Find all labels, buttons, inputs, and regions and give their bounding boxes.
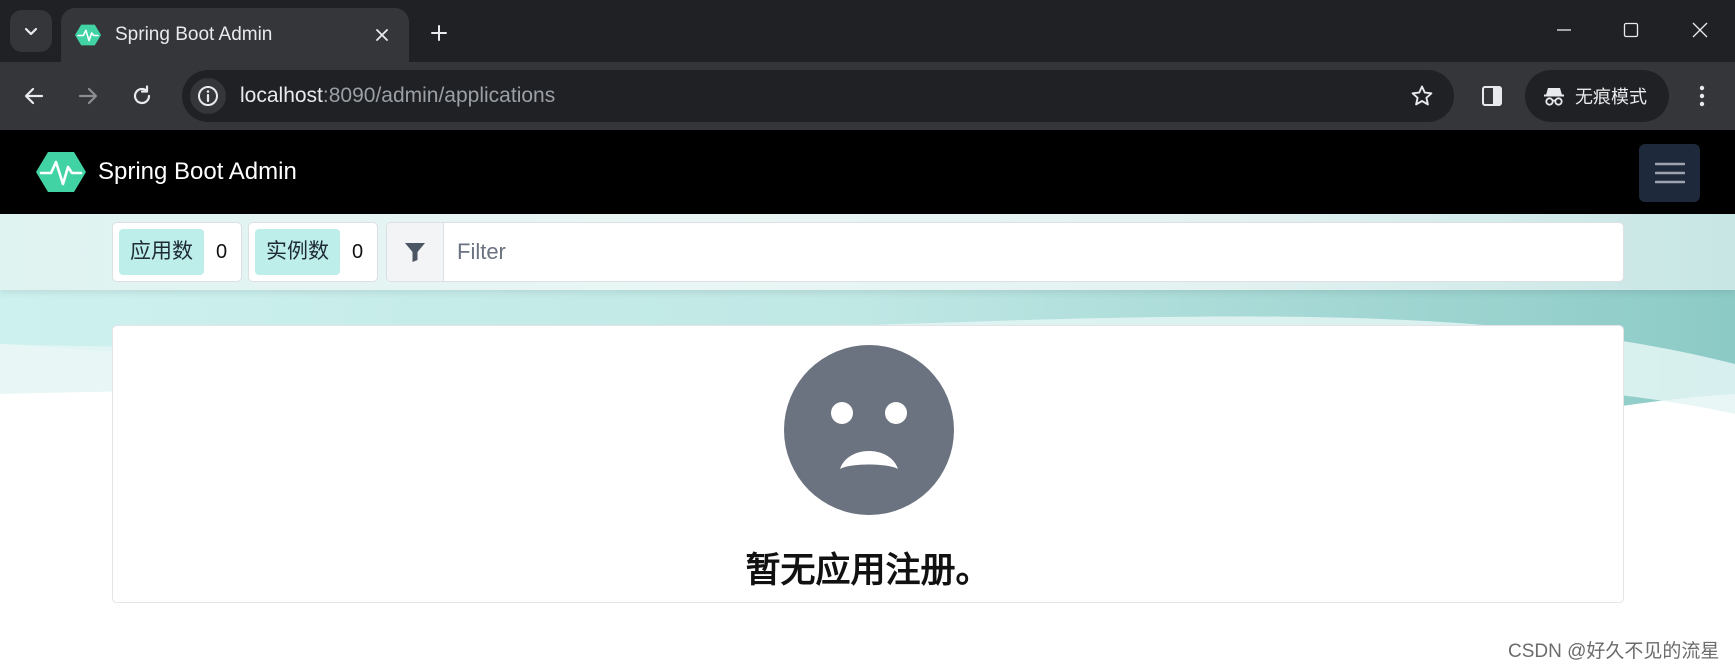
close-icon	[376, 29, 388, 41]
info-icon	[198, 86, 218, 106]
browser-tab-strip: Spring Boot Admin	[0, 0, 1735, 62]
applications-count-value: 0	[216, 240, 228, 263]
browser-menu-button[interactable]	[1684, 76, 1720, 116]
tab-close-button[interactable]	[369, 22, 395, 48]
instances-count-value: 0	[352, 240, 364, 263]
applications-count: 应用数 0	[112, 222, 242, 282]
side-panel-button[interactable]	[1472, 76, 1512, 116]
reload-icon	[133, 85, 151, 105]
minimize-button[interactable]	[1538, 10, 1590, 50]
side-panel-icon	[1482, 86, 1502, 106]
address-bar[interactable]: localhost:8090/admin/applications	[182, 70, 1454, 122]
tab-title: Spring Boot Admin	[115, 24, 273, 45]
instances-count: 实例数 0	[248, 222, 378, 282]
plus-icon	[431, 25, 447, 41]
browser-toolbar: localhost:8090/admin/applications 无痕模式	[0, 62, 1735, 130]
watermark: CSDN @好久不见的流星	[1508, 641, 1720, 662]
bookmark-button[interactable]	[1402, 76, 1442, 116]
filter-group	[386, 222, 1624, 282]
new-tab-button[interactable]	[420, 14, 458, 52]
close-window-button[interactable]	[1674, 10, 1726, 50]
filter-bar: 应用数 0 实例数 0	[0, 214, 1735, 290]
brand-title: Spring Boot Admin	[98, 158, 297, 185]
incognito-indicator[interactable]: 无痕模式	[1525, 70, 1669, 122]
back-button[interactable]	[14, 76, 54, 116]
hamburger-icon	[1654, 162, 1685, 184]
filter-icon-addon	[387, 223, 444, 281]
address-path: :8090/admin/applications	[322, 84, 556, 107]
close-icon	[1692, 22, 1708, 38]
address-url[interactable]: localhost:8090/admin/applications	[240, 84, 1402, 108]
sad-face-icon	[784, 345, 954, 515]
maximize-icon	[1623, 22, 1639, 38]
brand-link[interactable]: Spring Boot Admin	[36, 150, 297, 194]
site-info-button[interactable]	[190, 78, 226, 114]
instances-count-label: 实例数	[255, 229, 340, 275]
kebab-menu-icon	[1699, 85, 1705, 107]
address-host: localhost	[240, 84, 323, 107]
minimize-icon	[1557, 29, 1571, 31]
filter-input[interactable]	[444, 223, 1623, 281]
nav-menu-toggle[interactable]	[1639, 144, 1700, 202]
spring-boot-admin-favicon	[75, 24, 101, 46]
star-icon	[1411, 85, 1433, 106]
arrow-left-icon	[24, 87, 44, 105]
chevron-down-icon	[24, 27, 38, 36]
tab-search-button[interactable]	[10, 10, 52, 52]
incognito-icon	[1544, 88, 1564, 106]
forward-button[interactable]	[68, 76, 108, 116]
empty-state-message: 暂无应用注册。	[745, 551, 991, 590]
spring-boot-admin-logo	[36, 152, 86, 192]
filter-icon	[405, 243, 425, 262]
reload-button[interactable]	[122, 76, 162, 116]
maximize-button[interactable]	[1605, 10, 1657, 50]
incognito-label: 无痕模式	[1575, 87, 1647, 107]
applications-count-label: 应用数	[119, 229, 204, 275]
arrow-right-icon	[78, 87, 98, 105]
empty-state-card: 暂无应用注册。	[112, 325, 1624, 603]
app-navbar: Spring Boot Admin	[0, 130, 1735, 214]
browser-tab[interactable]: Spring Boot Admin	[61, 8, 409, 62]
